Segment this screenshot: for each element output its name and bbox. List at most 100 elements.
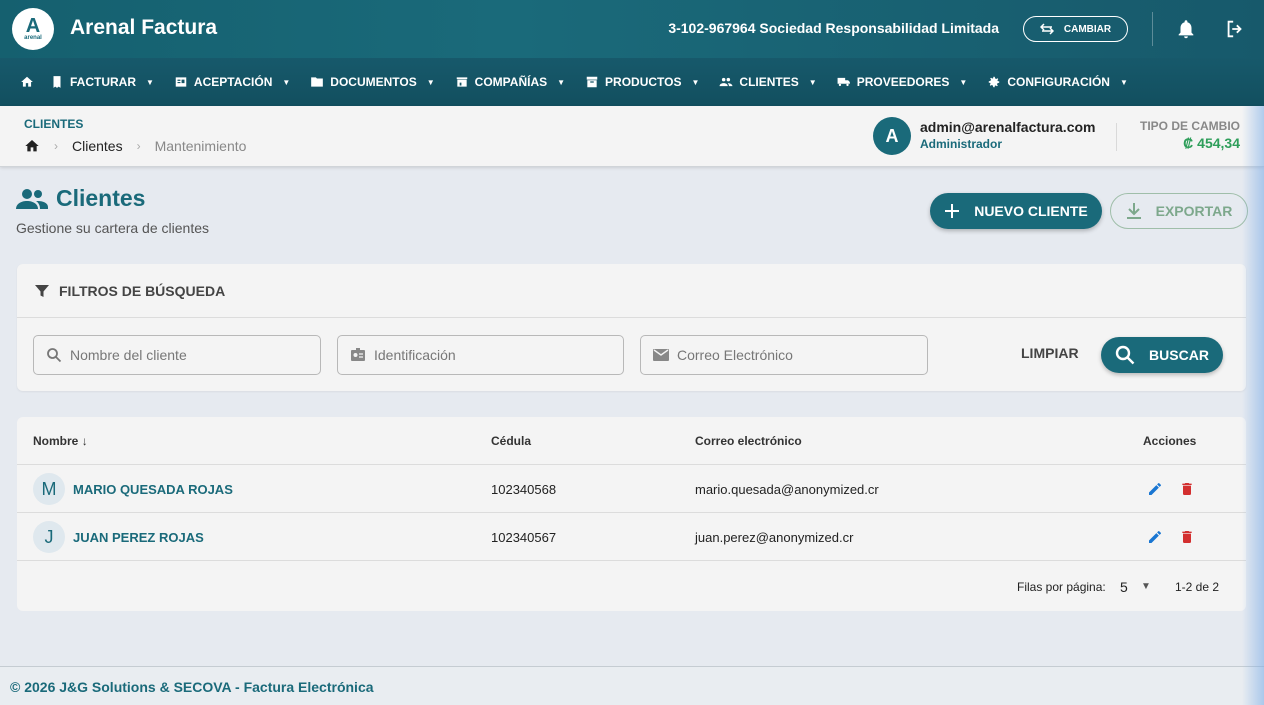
bell-icon[interactable] [1175,18,1197,40]
user-email: admin@arenalfactura.com [920,119,1096,135]
home-icon [21,76,33,87]
rows-per-page-select[interactable]: 5 [1120,579,1128,595]
page-title: Clientes [56,185,146,211]
client-cedula: 102340567 [491,530,557,545]
trash-icon[interactable] [1179,529,1195,545]
identification-input[interactable] [374,347,594,363]
client-name-field[interactable] [33,335,321,375]
footer: © 2026 J&G Solutions & SECOVA - Factura … [0,666,1264,705]
app-title: Arenal Factura [70,16,218,39]
store-icon [456,77,467,87]
nav-proveedores-label: PROVEEDORES [856,75,950,89]
nav-aceptacion[interactable]: ACEPTACIÓN ▼ [174,58,290,106]
company-name: 3-102-967964 Sociedad Responsabilidad Li… [668,20,999,36]
clear-button[interactable]: LIMPIAR [1021,345,1079,361]
nav-companias-label: COMPAÑÍAS [474,75,548,89]
id-card-icon [351,348,365,361]
filters-title: FILTROS DE BÚSQUEDA [59,282,226,299]
nav-documentos[interactable]: DOCUMENTOS ▼ [310,58,435,106]
invoice-icon [53,76,61,88]
nav-companias[interactable]: COMPAÑÍAS ▼ [455,58,565,106]
nav-aceptacion-label: ACEPTACIÓN [193,75,273,89]
people-icon [16,189,48,209]
table-row[interactable]: J JUAN PEREZ ROJAS 102340567 juan.perez@… [17,513,1246,561]
edit-icon[interactable] [1147,529,1163,545]
client-email: mario.quesada@anonymized.cr [695,482,879,497]
nav-proveedores[interactable]: PROVEEDORES ▼ [837,58,968,106]
clients-table: Nombre ↓ Cédula Correo electrónico Accio… [17,417,1246,611]
user-divider [1116,123,1117,151]
page-range: 1-2 de 2 [1175,580,1220,594]
chevron-down-icon: ▼ [426,77,435,87]
change-company-button[interactable]: CAMBIAR [1023,16,1128,42]
new-client-label: NUEVO CLIENTE [974,203,1088,219]
filters-card: FILTROS DE BÚSQUEDA LIMPIAR BUSCAR [17,264,1246,391]
chevron-down-icon: ▼ [557,77,566,87]
edge-glow [1242,106,1264,705]
nav-facturar-label: FACTURAR [70,75,136,89]
logo-subtext: arenal [24,35,42,41]
archive-icon [586,76,598,88]
main-nav: FACTURAR ▼ ACEPTACIÓN ▼ DOCUMENTOS ▼ COMPAÑ… [0,58,1264,106]
identification-field[interactable] [337,335,624,375]
home-icon[interactable] [24,138,40,154]
top-bar: A arenal Arenal Factura 3-102-967964 Soc… [0,0,1264,58]
chevron-right-icon: › [54,139,58,153]
filter-icon [35,284,49,297]
edit-icon[interactable] [1147,481,1163,497]
export-button[interactable]: EXPORTAR [1110,193,1248,229]
row-avatar: J [33,521,65,553]
nav-productos[interactable]: PRODUCTOS ▼ [585,58,699,106]
chevron-down-icon: ▼ [1119,77,1128,87]
client-name-input[interactable] [70,347,290,363]
app-logo[interactable]: A arenal [12,8,54,50]
nav-facturar[interactable]: FACTURAR ▼ [50,58,154,106]
logout-icon[interactable] [1224,18,1246,40]
column-header-cedula[interactable]: Cédula [491,434,531,448]
row-avatar: M [33,473,65,505]
page-subtitle: Gestione su cartera de clientes [16,220,209,236]
footer-text: © 2026 J&G Solutions & SECOVA - Factura … [10,679,374,695]
exchange-rate-value: ₡ 454,34 [1183,135,1240,151]
user-avatar[interactable]: A [873,117,911,155]
filters-header: FILTROS DE BÚSQUEDA [17,264,1246,318]
header-divider [1152,12,1153,46]
new-client-button[interactable]: NUEVO CLIENTE [930,193,1102,229]
search-icon [47,348,62,363]
nav-home[interactable] [20,58,34,106]
swap-icon [1039,23,1054,35]
client-cedula: 102340568 [491,482,557,497]
column-header-nombre[interactable]: Nombre ↓ [33,434,88,448]
chevron-down-icon: ▼ [691,77,700,87]
nav-configuracion-label: CONFIGURACIÓN [1007,75,1110,89]
plus-icon [945,204,960,218]
email-input[interactable] [677,347,897,363]
nav-configuracion[interactable]: CONFIGURACIÓN ▼ [987,58,1128,106]
nav-productos-label: PRODUCTOS [605,75,682,89]
nav-clientes[interactable]: CLIENTES ▼ [719,58,817,106]
client-name-link[interactable]: MARIO QUESADA ROJAS [73,482,233,497]
search-label: BUSCAR [1149,347,1209,363]
client-name-link[interactable]: JUAN PEREZ ROJAS [73,530,204,545]
search-button[interactable]: BUSCAR [1101,337,1223,373]
truck-icon [837,77,850,87]
section-label: CLIENTES [24,117,84,131]
column-header-email[interactable]: Correo electrónico [695,434,802,448]
trash-icon[interactable] [1179,481,1195,497]
email-field[interactable] [640,335,928,375]
breadcrumb-clientes[interactable]: Clientes [72,138,123,154]
chevron-down-icon: ▼ [282,77,291,87]
table-row[interactable]: M MARIO QUESADA ROJAS 102340568 mario.qu… [17,465,1246,513]
rows-per-page-label: Filas por página: [1017,580,1106,594]
chevron-right-icon: › [136,139,141,153]
gear-icon [989,76,1000,88]
logo-letter: A [25,15,41,37]
chevron-down-icon: ▼ [959,77,968,87]
folder-icon [311,77,324,87]
nav-clientes-label: CLIENTES [739,75,799,89]
chevron-down-icon[interactable]: ▼ [1141,581,1151,592]
acceptance-icon [175,77,187,87]
table-header: Nombre ↓ Cédula Correo electrónico Accio… [17,417,1246,465]
client-email: juan.perez@anonymized.cr [695,530,854,545]
people-icon [720,77,733,87]
